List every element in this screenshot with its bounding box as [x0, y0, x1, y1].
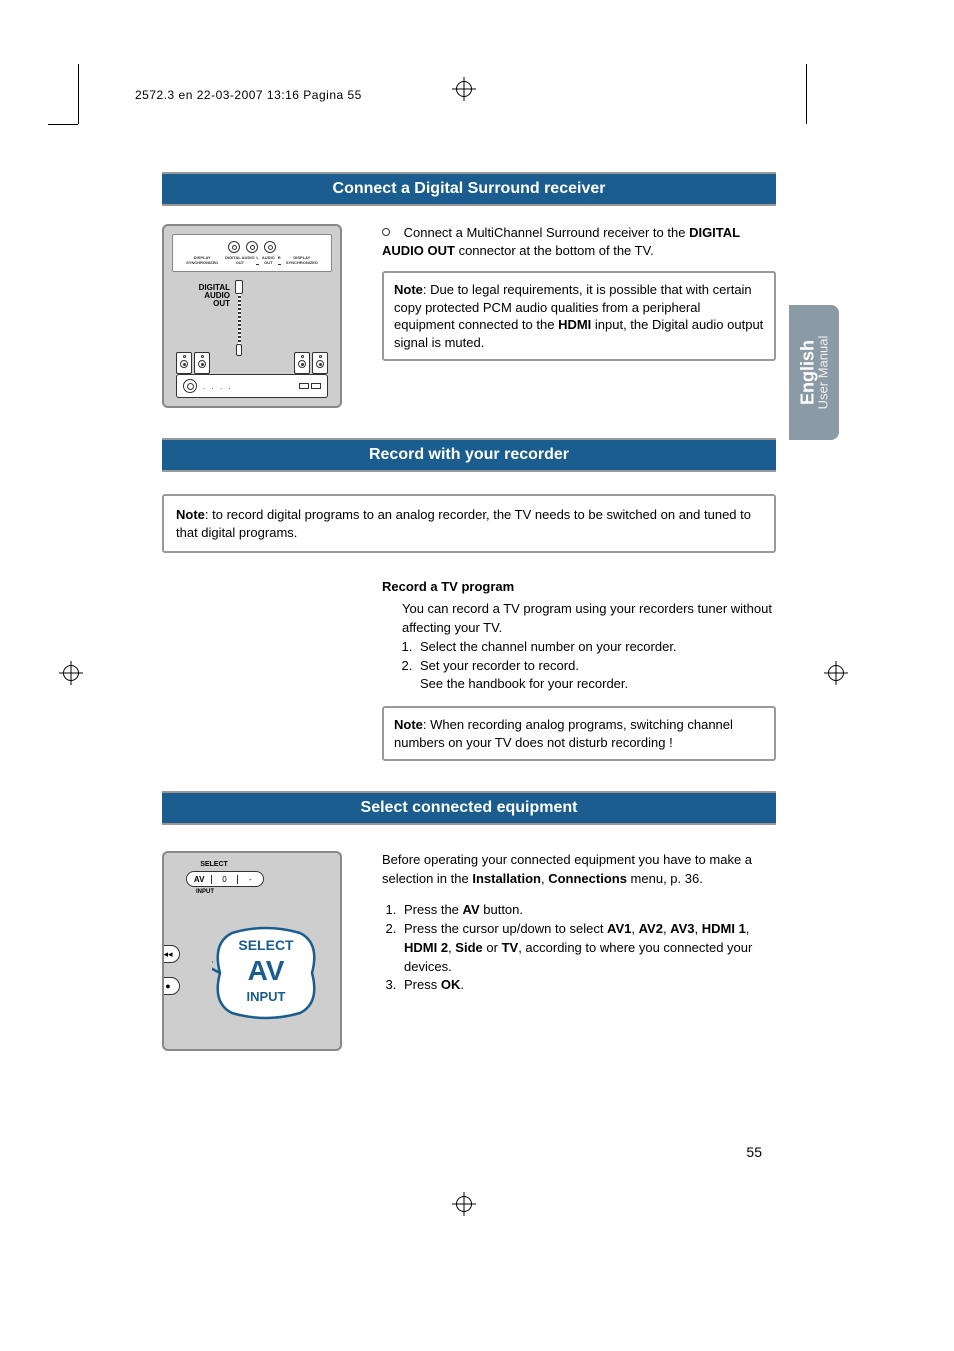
manual-page: 2572.3 en 22-03-2007 13:16 Pagina 55 Eng…	[0, 0, 954, 1351]
section3-text: Before operating your connected equipmen…	[382, 851, 776, 995]
connect-instruction: Connect a MultiChannel Surround receiver…	[382, 224, 776, 259]
registration-mark-icon	[452, 1192, 476, 1216]
bubble-select-label: SELECT	[212, 937, 320, 953]
section2-text: Record a TV program You can record a TV …	[382, 579, 776, 761]
diagram-frame: DISPLAY SYNCHRONIZED DIGITAL AUDIO OUT L…	[162, 224, 342, 408]
speakers-right	[294, 352, 328, 374]
remote-diagram: SELECT AV 0 - INPUT ◂◂ ● SELECT	[162, 851, 382, 1051]
print-header-line: 2572.3 en 22-03-2007 13:16 Pagina 55	[135, 88, 362, 102]
section-banner-record: Record with your recorder	[162, 438, 776, 472]
bubble-input-label: INPUT	[212, 989, 320, 1004]
coax-cable-icon	[234, 280, 244, 360]
diagram-body: DIGITALAUDIOOUT	[172, 278, 332, 398]
speaker-icon	[312, 352, 328, 374]
jack-icon	[228, 241, 240, 253]
select-step-3: Press OK.	[400, 976, 776, 995]
knob-icon	[183, 379, 197, 393]
receiver-icon: . . . .	[176, 374, 328, 398]
registration-mark-icon	[824, 661, 848, 685]
registration-mark-icon	[59, 661, 83, 685]
av-segment: AV	[187, 875, 212, 884]
receiver-dots: . . . .	[203, 382, 233, 391]
jack-icon	[264, 241, 276, 253]
zero-segment: 0	[212, 875, 237, 884]
record-step-2: Set your recorder to record. See the han…	[416, 657, 776, 695]
digital-audio-out-label: DIGITALAUDIOOUT	[182, 284, 230, 308]
input-label-small: INPUT	[194, 889, 216, 895]
section-banner-surround: Connect a Digital Surround receiver	[162, 172, 776, 206]
crop-mark	[48, 124, 78, 125]
callout-bubble: SELECT AV INPUT	[212, 923, 320, 1023]
surround-diagram: DISPLAY SYNCHRONIZED DIGITAL AUDIO OUT L…	[162, 224, 382, 408]
record-intro: You can record a TV program using your r…	[402, 600, 776, 638]
section-banner-select: Select connected equipment	[162, 791, 776, 825]
bubble-av-label: AV	[212, 955, 320, 987]
crop-mark	[806, 64, 807, 124]
record-steps: Select the channel number on your record…	[402, 638, 776, 695]
section1-text: Connect a MultiChannel Surround receiver…	[382, 224, 776, 408]
note-box-analog: Note: When recording analog programs, sw…	[382, 706, 776, 761]
language-label: English	[799, 336, 817, 410]
page-number: 55	[746, 1144, 762, 1160]
jack-label: DIGITAL AUDIO OUT	[223, 255, 256, 265]
av-pill: AV 0 -	[186, 871, 264, 887]
tv-rear-panel: DISPLAY SYNCHRONIZED DIGITAL AUDIO OUT L…	[172, 234, 332, 272]
speaker-icon	[294, 352, 310, 374]
select-steps: Press the AV button. Press the cursor up…	[382, 901, 776, 995]
note-box-hdmi: Note: Due to legal requirements, it is p…	[382, 271, 776, 361]
note-box-digital-record: Note: to record digital programs to an a…	[162, 494, 776, 553]
select-intro: Before operating your connected equipmen…	[382, 851, 776, 889]
rewind-button-icon: ◂◂	[162, 945, 180, 963]
speakers-left	[176, 352, 210, 374]
jack-label: AUDIO OUT	[259, 255, 278, 265]
record-step-1: Select the channel number on your record…	[416, 638, 776, 657]
select-label-small: SELECT	[194, 861, 234, 868]
jack-label: DISPLAY SYNCHRONIZED	[281, 255, 323, 265]
page-content: Connect a Digital Surround receiver DISP…	[162, 172, 776, 1051]
bullet-icon	[382, 228, 390, 236]
jack-icon	[246, 241, 258, 253]
crop-mark	[78, 64, 79, 124]
speaker-icon	[176, 352, 192, 374]
registration-mark-icon	[452, 77, 476, 101]
dash-segment: -	[238, 875, 263, 884]
select-step-2: Press the cursor up/down to select AV1, …	[400, 920, 776, 977]
remote-frame: SELECT AV 0 - INPUT ◂◂ ● SELECT	[162, 851, 342, 1051]
doc-type-label: User Manual	[817, 336, 830, 410]
select-step-1: Press the AV button.	[400, 901, 776, 920]
section-1-body: DISPLAY SYNCHRONIZED DIGITAL AUDIO OUT L…	[162, 224, 776, 408]
section-3-body: SELECT AV 0 - INPUT ◂◂ ● SELECT	[162, 851, 776, 1051]
jack-label: DISPLAY SYNCHRONIZED	[181, 255, 223, 265]
record-heading: Record a TV program	[382, 579, 776, 594]
language-tab: English User Manual	[789, 305, 839, 440]
speaker-icon	[194, 352, 210, 374]
record-button-icon: ●	[162, 977, 180, 995]
